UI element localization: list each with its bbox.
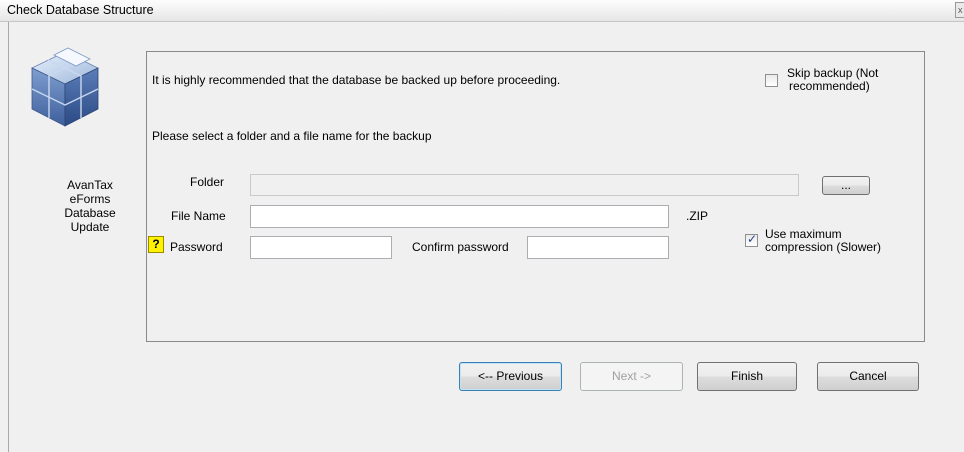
skip-backup-label-line: recommended) xyxy=(789,79,870,93)
app-name-line: Update xyxy=(70,220,110,234)
max-compression-label-line: compression (Slower) xyxy=(765,240,882,254)
zip-suffix: .ZIP xyxy=(686,209,709,223)
title-bar: Check Database Structure x xyxy=(0,0,964,22)
filename-field[interactable] xyxy=(250,205,669,228)
max-compression-label: Use maximum compression (Slower) xyxy=(765,228,881,254)
app-name-line: eForms xyxy=(69,192,111,206)
recommend-text: It is highly recommended that the databa… xyxy=(152,73,561,87)
folder-field[interactable] xyxy=(250,174,799,196)
select-text: Please select a folder and a file name f… xyxy=(152,129,432,143)
confirm-password-label: Confirm password xyxy=(412,240,509,254)
cube-stack-icon xyxy=(31,47,99,127)
window-title: Check Database Structure xyxy=(7,3,154,17)
skip-backup-label: Skip backup (Not recommended) xyxy=(787,67,878,93)
close-icon[interactable]: x xyxy=(955,2,964,18)
max-compression-checkbox[interactable] xyxy=(745,232,758,247)
next-button[interactable]: Next -> xyxy=(580,362,683,391)
password-label: Password xyxy=(170,240,223,254)
skip-backup-checkbox[interactable] xyxy=(765,74,778,87)
backup-panel xyxy=(146,51,925,342)
app-name-line: Database xyxy=(64,206,116,220)
finish-button[interactable]: Finish xyxy=(697,362,797,391)
help-icon[interactable]: ? xyxy=(148,236,164,253)
cancel-button[interactable]: Cancel xyxy=(817,362,919,391)
password-field[interactable] xyxy=(250,236,392,259)
previous-button[interactable]: <-- Previous xyxy=(459,362,562,391)
app-name: AvanTax eForms Database Update xyxy=(52,178,128,234)
app-name-line: AvanTax xyxy=(67,178,113,192)
window-border xyxy=(8,22,9,452)
browse-button[interactable]: ... xyxy=(822,176,870,195)
folder-label: Folder xyxy=(190,175,225,189)
filename-label: File Name xyxy=(171,209,226,223)
confirm-password-field[interactable] xyxy=(527,236,669,259)
